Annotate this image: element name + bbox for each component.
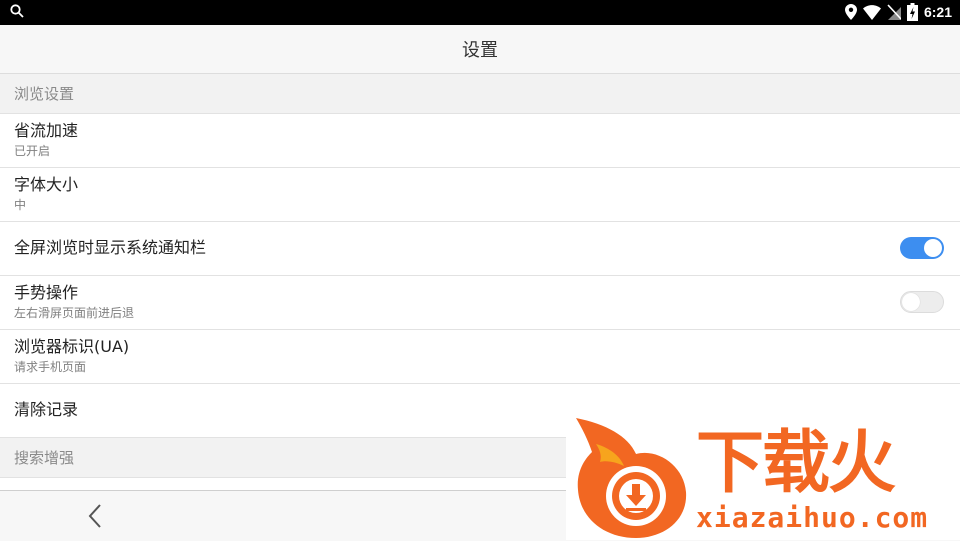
search-icon[interactable] [10,4,24,18]
flame-logo-icon [576,418,687,538]
toggle-knob [924,239,942,257]
toggle-knob [902,293,920,311]
watermark-brand: 下载火 [696,424,896,503]
setting-title: 清除记录 [14,400,79,419]
setting-user-agent[interactable]: 浏览器标识(UA) 请求手机页面 [0,330,960,384]
gesture-toggle[interactable] [900,291,944,313]
setting-subtitle: 请求手机页面 [14,360,87,374]
page-title: 设置 [462,40,498,61]
setting-gesture[interactable]: 手势操作 左右滑屏页面前进后退 [0,276,960,330]
setting-subtitle: 中 [14,198,27,212]
status-time: 6:21 [923,4,952,20]
watermark: 下载火 xiazaihuo.com [566,414,960,540]
setting-fullscreen-notification-bar[interactable]: 全屏浏览时显示系统通知栏 [0,222,960,276]
watermark-domain: xiazaihuo.com [696,501,929,534]
fullscreen-notification-toggle[interactable] [900,237,944,259]
status-bar: 6:21 [0,0,960,25]
setting-title: 全屏浏览时显示系统通知栏 [14,238,207,257]
location-icon [844,4,857,20]
setting-font-size[interactable]: 字体大小 中 [0,168,960,222]
no-sim-icon [887,4,901,20]
setting-title: 手势操作 [14,283,79,302]
back-chevron-icon[interactable] [84,503,108,529]
setting-subtitle: 已开启 [14,144,51,158]
setting-subtitle: 左右滑屏页面前进后退 [14,306,135,320]
setting-title: 浏览器标识(UA) [14,337,130,356]
section-header-browse: 浏览设置 [0,74,960,114]
wifi-icon [862,4,881,20]
setting-traffic-saving[interactable]: 省流加速 已开启 [0,114,960,168]
setting-title: 省流加速 [14,121,79,140]
title-bar: 设置 [0,25,960,74]
battery-charging-icon [906,3,918,21]
setting-title: 字体大小 [14,175,79,194]
